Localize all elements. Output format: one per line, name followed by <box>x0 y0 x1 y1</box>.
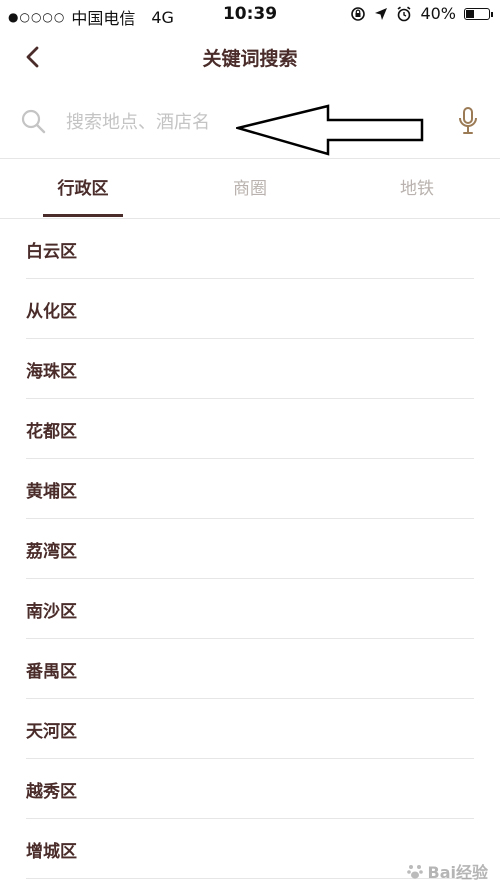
battery-icon <box>464 7 493 20</box>
district-label: 白云区 <box>26 242 77 262</box>
tab-business-area[interactable]: 商圈 <box>200 174 300 199</box>
watermark-text: Bai经验 <box>427 863 488 882</box>
list-item[interactable]: 黄埔区 <box>26 459 474 519</box>
tab-subway[interactable]: 地铁 <box>367 174 467 199</box>
battery-percentage: 40% <box>420 4 456 23</box>
search-input[interactable] <box>64 104 418 140</box>
tab-district[interactable]: 行政区 <box>33 174 133 199</box>
battery-fill <box>466 9 474 18</box>
watermark: Bai经验 <box>406 859 488 883</box>
list-item[interactable]: 海珠区 <box>26 339 474 399</box>
status-bar: ●○○○○ 中国电信 4G 10:39 40% <box>0 0 500 30</box>
district-label: 增城区 <box>26 842 77 862</box>
list-item[interactable]: 花都区 <box>26 399 474 459</box>
alarm-clock-icon <box>397 6 411 21</box>
list-item[interactable]: 从化区 <box>26 279 474 339</box>
search-bar <box>0 86 500 159</box>
list-item[interactable]: 南沙区 <box>26 579 474 639</box>
paw-logo-icon <box>406 865 423 879</box>
district-label: 花都区 <box>26 422 77 442</box>
list-item[interactable]: 荔湾区 <box>26 519 474 579</box>
location-arrow-icon <box>375 7 388 20</box>
page-title: 关键词搜索 <box>202 48 298 70</box>
search-icon <box>21 109 46 134</box>
list-item[interactable]: 白云区 <box>26 219 474 279</box>
district-label: 天河区 <box>26 722 77 742</box>
district-label: 越秀区 <box>26 782 77 802</box>
district-label: 黄埔区 <box>26 482 77 502</box>
list-item[interactable]: 天河区 <box>26 699 474 759</box>
district-label: 海珠区 <box>26 362 77 382</box>
district-label: 番禺区 <box>26 662 77 682</box>
category-tabs: 行政区 商圈 地铁 <box>0 158 500 219</box>
nav-bar: 关键词搜索 <box>0 30 500 84</box>
district-label: 荔湾区 <box>26 542 77 562</box>
rotation-lock-icon <box>351 6 366 21</box>
status-right: 40% <box>350 4 493 23</box>
active-tab-indicator <box>43 214 123 217</box>
district-label: 南沙区 <box>26 602 77 622</box>
district-label: 从化区 <box>26 302 77 322</box>
list-item[interactable]: 番禺区 <box>26 639 474 699</box>
district-list: 白云区 从化区 海珠区 花都区 黄埔区 荔湾区 南沙区 番禺区 天河区 越秀区 … <box>0 219 500 879</box>
microphone-icon[interactable] <box>456 106 480 136</box>
list-item[interactable]: 越秀区 <box>26 759 474 819</box>
